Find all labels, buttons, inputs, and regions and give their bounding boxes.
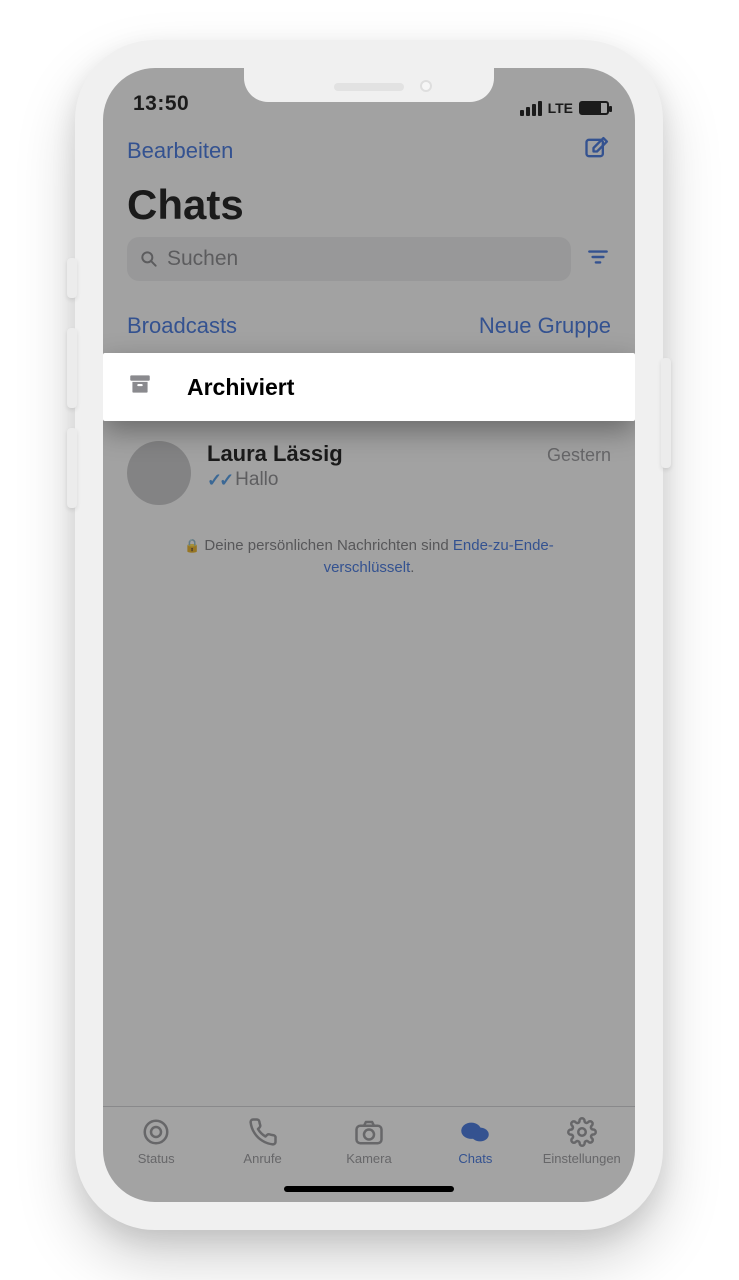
mute-switch — [67, 258, 77, 298]
lock-icon: 🔒 — [184, 538, 200, 553]
tab-settings-label: Einstellungen — [543, 1151, 621, 1166]
chats-icon — [460, 1117, 490, 1147]
tab-camera[interactable]: Kamera — [316, 1117, 422, 1166]
volume-down-button — [67, 428, 77, 508]
edit-button[interactable]: Bearbeiten — [127, 138, 233, 164]
battery-icon — [579, 101, 609, 115]
encryption-notice: 🔒Deine persönlichen Nachrichten sind End… — [103, 517, 635, 597]
e2e-suffix: . — [410, 559, 414, 576]
screen: 13:50 LTE Bearbeiten Chats — [103, 68, 635, 1202]
tab-calls[interactable]: Anrufe — [209, 1117, 315, 1166]
tab-chats-label: Chats — [458, 1151, 492, 1166]
home-indicator[interactable] — [284, 1186, 454, 1192]
chat-row[interactable]: Laura Lässig Gestern ✓✓ Hallo — [103, 425, 635, 517]
notch — [244, 72, 494, 102]
chat-name: Laura Lässig — [207, 441, 343, 467]
search-icon — [139, 249, 159, 269]
network-label: LTE — [548, 100, 573, 116]
archived-row[interactable]: Archiviert — [103, 353, 635, 421]
volume-up-button — [67, 328, 77, 408]
search-placeholder: Suchen — [167, 247, 238, 271]
links-row: Broadcasts Neue Gruppe — [103, 293, 635, 349]
read-receipt-icon: ✓✓ — [207, 470, 231, 491]
tab-status[interactable]: Status — [103, 1117, 209, 1166]
broadcasts-link[interactable]: Broadcasts — [127, 313, 237, 339]
camera-icon — [354, 1117, 384, 1147]
status-icon — [141, 1117, 171, 1147]
archived-label: Archiviert — [187, 374, 294, 401]
new-group-link[interactable]: Neue Gruppe — [479, 313, 611, 339]
chat-preview: Hallo — [235, 469, 278, 491]
compose-icon[interactable] — [583, 134, 611, 167]
cellular-signal-icon — [520, 101, 542, 116]
e2e-prefix: Deine persönlichen Nachrichten sind — [204, 537, 452, 554]
speaker-slot — [334, 83, 404, 91]
tab-settings[interactable]: Einstellungen — [529, 1117, 635, 1166]
phone-icon — [248, 1117, 278, 1147]
front-camera — [420, 80, 432, 92]
power-button — [661, 358, 671, 468]
tab-camera-label: Kamera — [346, 1151, 392, 1166]
tab-chats[interactable]: Chats — [422, 1117, 528, 1166]
gear-icon — [567, 1117, 597, 1147]
chat-time: Gestern — [547, 445, 611, 466]
status-time: 13:50 — [133, 92, 189, 116]
avatar — [127, 441, 191, 505]
filter-icon[interactable] — [585, 244, 611, 275]
archive-icon — [127, 371, 153, 403]
status-right: LTE — [520, 100, 609, 116]
phone-frame: 13:50 LTE Bearbeiten Chats — [75, 40, 663, 1230]
nav-bar: Bearbeiten — [103, 118, 635, 173]
page-title: Chats — [103, 173, 635, 237]
search-row: Suchen — [103, 237, 635, 293]
tab-calls-label: Anrufe — [243, 1151, 281, 1166]
tab-status-label: Status — [138, 1151, 175, 1166]
search-input[interactable]: Suchen — [127, 237, 571, 281]
